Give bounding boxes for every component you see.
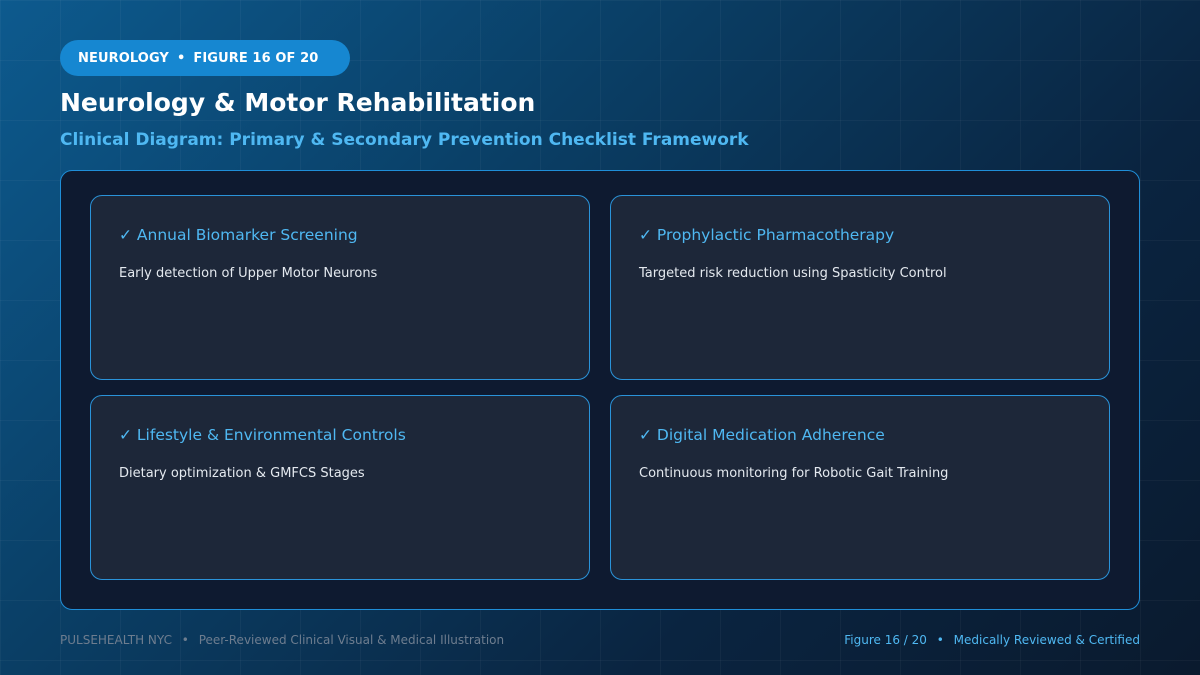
footer-certification: Medically Reviewed & Certified: [953, 633, 1140, 647]
checklist-panel: ✓ Annual Biomarker Screening Early detec…: [60, 170, 1140, 610]
footer-brand: PULSEHEALTH NYC: [60, 633, 172, 647]
footer-separator: •: [936, 633, 944, 647]
footer-separator: •: [181, 633, 189, 647]
checklist-card: ✓ Lifestyle & Environmental Controls Die…: [90, 395, 590, 580]
badge-separator: •: [176, 50, 186, 66]
page-subtitle: Clinical Diagram: Primary & Secondary Pr…: [60, 130, 749, 150]
checklist-card: ✓ Digital Medication Adherence Continuou…: [610, 395, 1110, 580]
checklist-card-title: ✓ Annual Biomarker Screening: [119, 226, 358, 244]
checklist-card-title: ✓ Lifestyle & Environmental Controls: [119, 426, 406, 444]
badge-section: NEUROLOGY: [78, 50, 169, 66]
footer-tagline: Peer-Reviewed Clinical Visual & Medical …: [198, 633, 505, 647]
checklist-card-description: Continuous monitoring for Robotic Gait T…: [639, 466, 949, 481]
checklist-card-description: Early detection of Upper Motor Neurons: [119, 266, 378, 281]
footer-figure-info: Figure 16 / 20 • Medically Reviewed & Ce…: [844, 633, 1140, 647]
checklist-card-title: ✓ Digital Medication Adherence: [639, 426, 885, 444]
footer-credits: PULSEHEALTH NYC • Peer-Reviewed Clinical…: [60, 633, 504, 647]
checklist-card: ✓ Prophylactic Pharmacotherapy Targeted …: [610, 195, 1110, 380]
checklist-card: ✓ Annual Biomarker Screening Early detec…: [90, 195, 590, 380]
checklist-card-description: Targeted risk reduction using Spasticity…: [639, 266, 947, 281]
footer-figure-label: Figure 16 / 20: [844, 633, 927, 647]
checklist-card-title: ✓ Prophylactic Pharmacotherapy: [639, 226, 895, 244]
checklist-card-description: Dietary optimization & GMFCS Stages: [119, 466, 365, 481]
figure-badge: NEUROLOGY • FIGURE 16 OF 20: [60, 40, 350, 76]
badge-figure: FIGURE 16 OF 20: [193, 50, 319, 66]
page-title: Neurology & Motor Rehabilitation: [60, 88, 536, 117]
